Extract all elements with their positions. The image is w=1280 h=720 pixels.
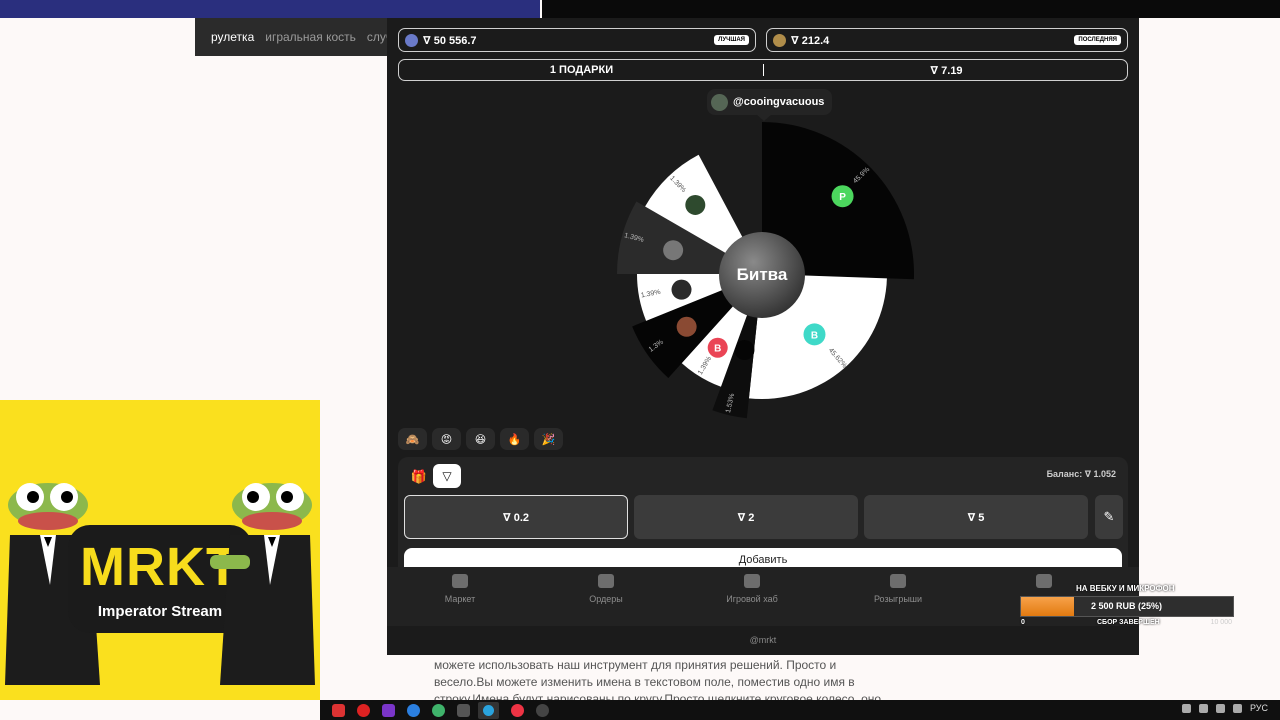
last-win-value: ∇ 212.4 — [791, 34, 830, 47]
donation-title: НА ВЕБКУ И МИКРОФОН — [1076, 584, 1175, 593]
yandex-icon[interactable] — [332, 703, 345, 717]
last-win-stat: ∇ 212.4 ПОСЛЕДНЯЯ — [766, 28, 1128, 52]
app-n-icon[interactable] — [457, 703, 470, 717]
browser-bar-left — [0, 0, 540, 18]
battle-center-label[interactable]: Битва — [719, 232, 805, 318]
avatar-letter: Р — [839, 192, 846, 203]
gem-icon — [405, 33, 418, 47]
gifts-count: 1 ПОДАРКИ — [549, 64, 614, 76]
bet-panel: 🎁 ▽ Баланс: ∇ 1.052 ∇ 0.2 ∇ 2 ∇ 5 ✎ Доба… — [398, 457, 1128, 567]
pencil-icon[interactable]: ✎ — [1095, 495, 1123, 539]
yandex-browser-icon[interactable] — [511, 703, 524, 717]
bg-tab-dice[interactable]: игральная кость — [265, 30, 356, 44]
coin-icon — [773, 33, 786, 47]
language-indicator[interactable]: РУС — [1250, 703, 1268, 713]
app-blue-icon[interactable] — [407, 703, 420, 717]
system-tray: РУС — [1181, 703, 1268, 713]
participant-avatar — [663, 240, 684, 261]
reaction-fire-icon[interactable]: 🔥 — [500, 428, 529, 450]
round-summary-bar: 1 ПОДАРКИ ∇ 7.19 — [398, 59, 1128, 81]
microphone-icon[interactable] — [1198, 703, 1208, 713]
donation-status: СБОР ЗАВЕРШЕН — [1097, 619, 1160, 626]
ticket-icon — [890, 574, 906, 588]
frog-mascot-right-icon — [210, 483, 315, 685]
nav-giveaways[interactable]: Розыгрыши — [825, 567, 971, 626]
pot-value: ∇ 7.19 — [930, 65, 963, 77]
avatar-letter: В — [714, 344, 721, 355]
current-player-name: @cooingvacuous — [733, 96, 825, 108]
balance-label: Баланс: ∇ 1.052 — [1046, 469, 1116, 479]
amount-option-2[interactable]: ∇ 2 — [634, 495, 858, 539]
nav-label: Ордеры — [589, 594, 623, 604]
bg-tab-roulette[interactable]: рулетка — [211, 30, 254, 44]
browser-bar-right — [542, 0, 1280, 18]
volume-icon[interactable] — [1232, 703, 1242, 713]
nav-label: Розыгрыши — [873, 594, 923, 604]
donation-progress-fill — [1021, 597, 1074, 616]
app-purple-icon[interactable] — [382, 703, 395, 717]
donation-goal-widget: НА ВЕБКУ И МИКРОФОН 2 500 RUB (25%) 0 СБ… — [1020, 582, 1234, 628]
gift-mode-icon[interactable]: 🎁 — [406, 466, 432, 488]
amount-option-5[interactable]: ∇ 5 — [864, 495, 1088, 539]
donation-min: 0 — [1021, 619, 1025, 626]
footer-handle: @mrkt — [387, 626, 1139, 655]
nav-market[interactable]: Маркет — [387, 567, 533, 626]
reaction-laugh-icon[interactable]: 😆 — [466, 428, 495, 450]
best-win-value: ∇ 50 556.7 — [423, 34, 477, 47]
chrome-icon[interactable] — [432, 703, 445, 717]
network-icon[interactable] — [1215, 703, 1225, 713]
gift-icon — [452, 574, 468, 588]
bg-tab-random[interactable]: случа — [367, 30, 387, 44]
participant-avatar — [676, 316, 697, 337]
amount-option-0-2[interactable]: ∇ 0.2 — [404, 495, 628, 539]
current-player-pill: @cooingvacuous — [707, 89, 833, 115]
participant-avatar — [685, 194, 706, 215]
best-win-tag: ЛУЧШАЯ — [714, 35, 749, 45]
last-win-tag: ПОСЛЕДНЯЯ — [1074, 35, 1121, 45]
nav-label: Игровой хаб — [726, 594, 778, 604]
reaction-monkey-icon[interactable]: 🙈 — [398, 428, 427, 450]
donation-progress-bar: 2 500 RUB (25%) — [1020, 596, 1234, 617]
telegram-icon[interactable] — [478, 701, 499, 719]
add-button[interactable]: Добавить — [404, 548, 1122, 567]
reaction-party-icon[interactable]: 🎉 — [534, 428, 563, 450]
nav-game-hub[interactable]: Игровой хаб — [679, 567, 825, 626]
donation-max: 10 000 — [1210, 619, 1232, 626]
gamepad-icon — [744, 574, 760, 588]
background-site-tabs: рулетка игральная кость случа — [195, 18, 387, 56]
avatar-letter: В — [811, 330, 818, 341]
avatar — [711, 93, 728, 111]
best-win-stat: ∇ 50 556.7 ЛУЧШАЯ — [398, 28, 756, 52]
windows-taskbar: РУС — [320, 700, 1280, 720]
mrkt-stream-overlay: MRKT Imperator Stream — [0, 400, 320, 700]
donation-amount: 2 500 RUB (25%) — [1091, 601, 1163, 611]
reaction-angry-icon[interactable]: 😡 — [432, 428, 461, 450]
ton-mode-icon[interactable]: ▽ — [433, 464, 461, 488]
clipboard-icon — [598, 574, 614, 588]
chevron-up-icon[interactable] — [1181, 703, 1191, 713]
nav-orders[interactable]: Ордеры — [533, 567, 679, 626]
obs-icon[interactable] — [536, 703, 549, 717]
nav-label: Маркет — [444, 594, 476, 604]
opera-icon[interactable] — [357, 703, 370, 717]
mrkt-app-panel: ∇ 50 556.7 ЛУЧШАЯ ∇ 212.4 ПОСЛЕДНЯЯ 1 ПО… — [387, 18, 1139, 655]
participant-avatar — [671, 279, 692, 300]
participant-avatar — [734, 340, 755, 361]
reaction-bar: 🙈 😡 😆 🔥 🎉 — [398, 428, 563, 450]
